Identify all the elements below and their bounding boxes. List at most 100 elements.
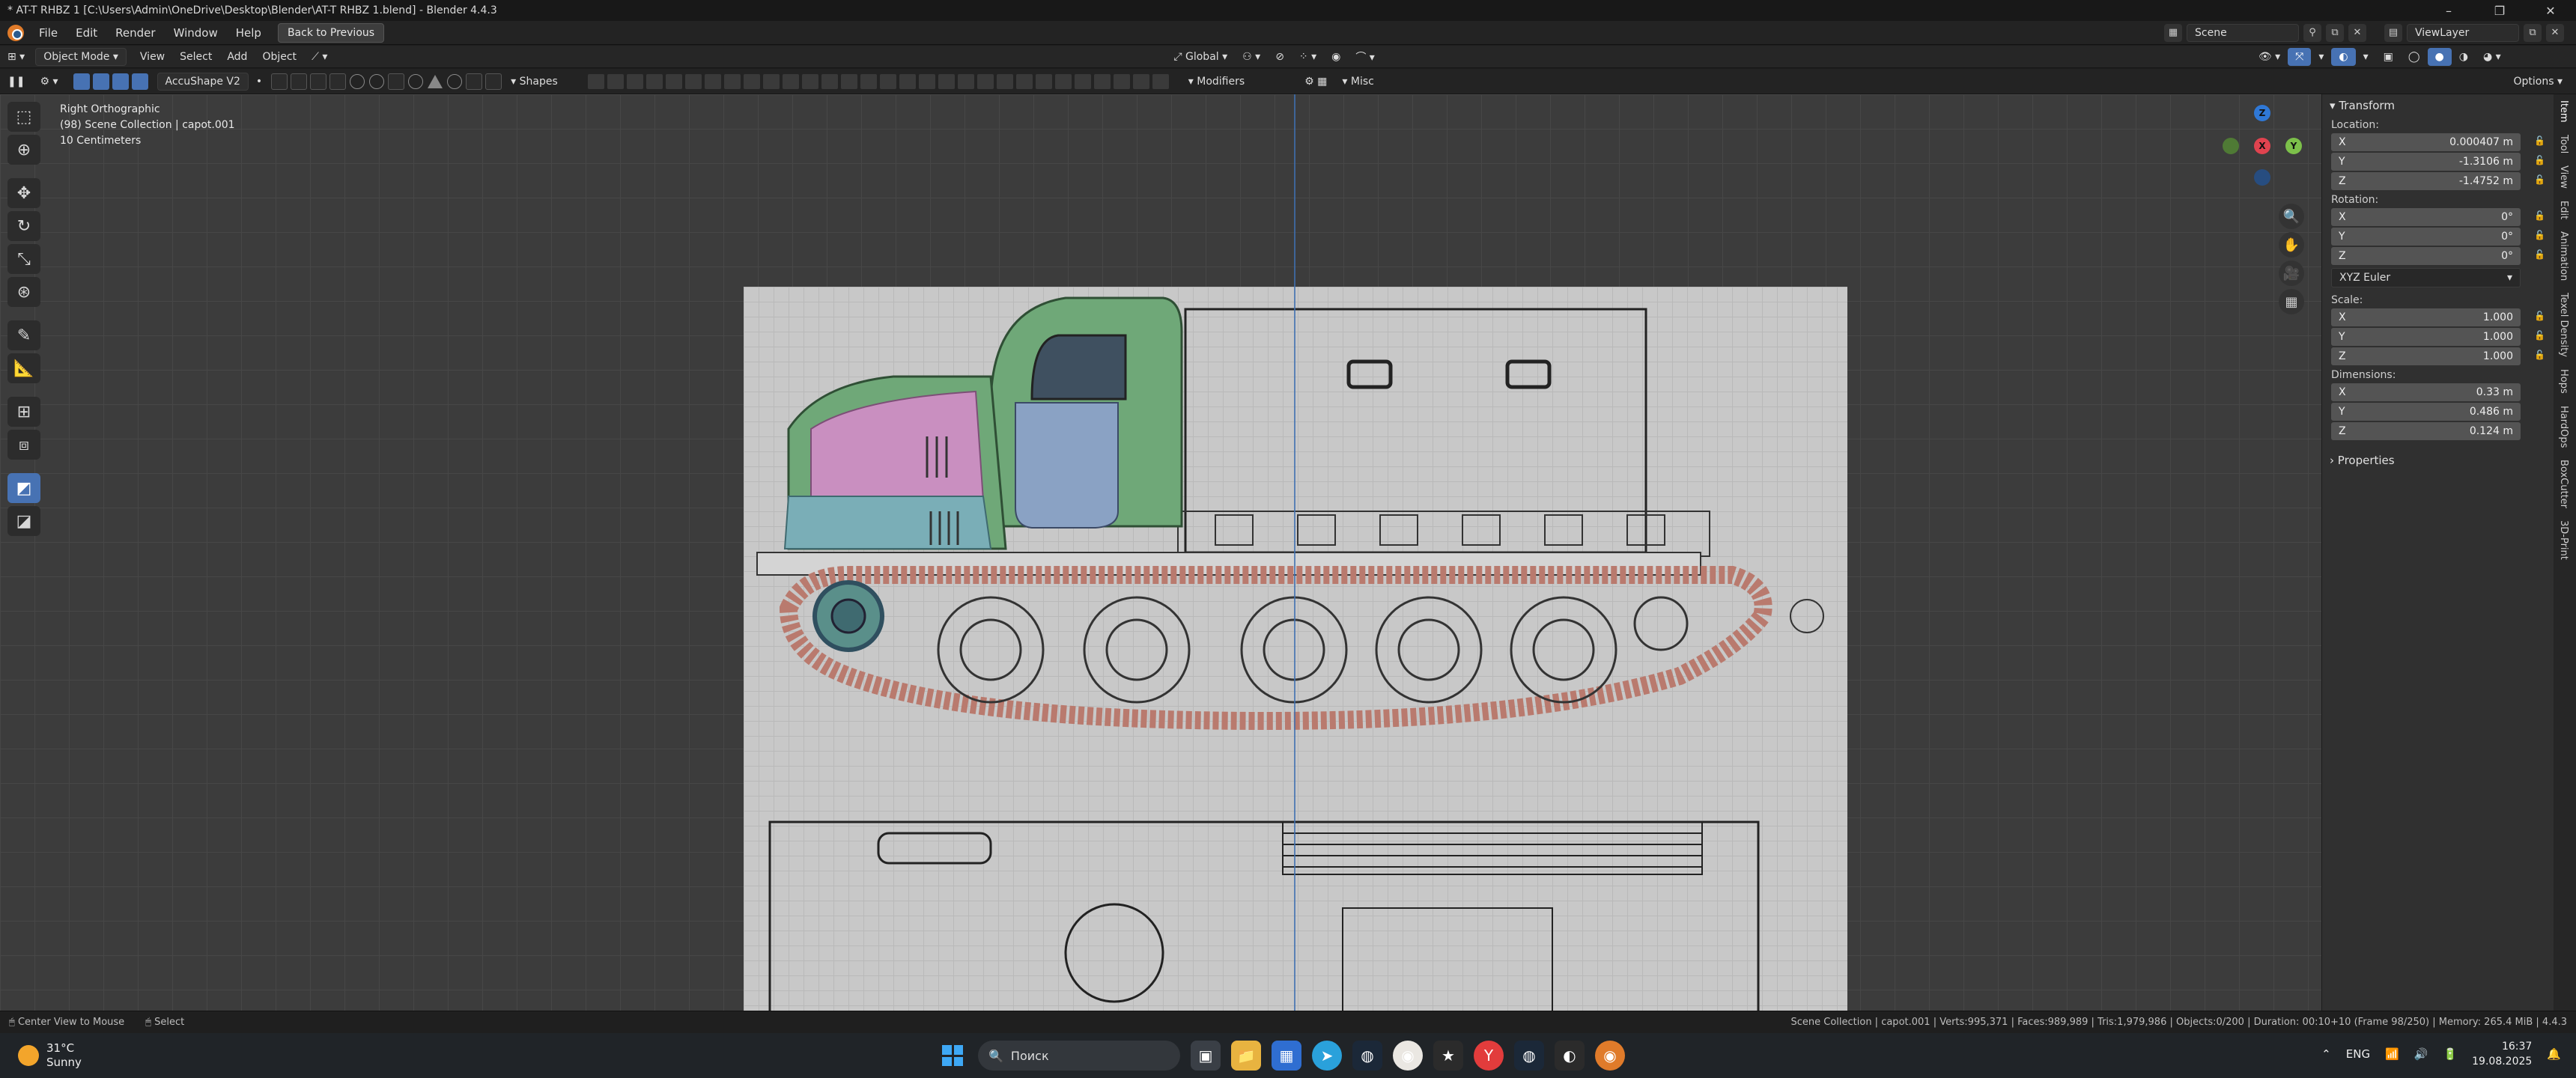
torus-icon[interactable] <box>408 73 424 89</box>
hardops-tool-icon[interactable]: ◪ <box>7 506 40 536</box>
3d-viewport[interactable]: Right Orthographic (98) Scene Collection… <box>0 94 2321 1011</box>
lock-icon[interactable]: 🔓 <box>2534 230 2546 242</box>
lock-icon[interactable]: 🔓 <box>2534 155 2546 167</box>
falloff-icon[interactable]: ⌒ ▾ <box>1348 48 1382 66</box>
gizmo-y-axis[interactable]: Y <box>2285 138 2302 154</box>
lock-icon[interactable]: 🔓 <box>2534 210 2546 222</box>
weather-widget[interactable]: 31°C Sunny <box>18 1041 82 1070</box>
misc-settings-icon[interactable]: ⚙ ▦ <box>1297 73 1334 91</box>
clock[interactable]: 16:37 19.08.2025 <box>2472 1039 2532 1069</box>
lock-icon[interactable]: 🔓 <box>2534 174 2546 186</box>
solid-shading-icon[interactable]: ● <box>2427 47 2452 66</box>
dimensions-z-field[interactable]: Z 0.124 m <box>2331 422 2521 440</box>
sphere-icon[interactable] <box>350 73 365 89</box>
camera-view-icon[interactable]: 🎥 <box>2279 261 2304 286</box>
annotate-tool-icon[interactable]: ✎ <box>7 320 40 350</box>
close-button[interactable]: ✕ <box>2525 4 2576 18</box>
lock-icon[interactable]: 🔓 <box>2534 330 2546 342</box>
navigation-gizmo[interactable]: Z X Y <box>2217 102 2306 192</box>
lock-icon[interactable]: 🔓 <box>2534 350 2546 362</box>
proportional-edit-icon[interactable]: ◉ <box>1324 48 1348 66</box>
yandex-browser-icon[interactable]: Y <box>1474 1041 1504 1071</box>
view-layer-icon[interactable]: ▤ <box>2384 23 2402 42</box>
misc-dropdown[interactable]: ▾ Misc <box>1334 73 1381 91</box>
new-scene-icon[interactable]: ⧉ <box>2326 23 2344 42</box>
modifiers-dropdown[interactable]: ▾ Modifiers <box>1181 73 1252 91</box>
wireframe-shading-icon[interactable]: ◯ <box>2401 48 2428 66</box>
extrude-tool-icon[interactable]: ⧈ <box>7 430 40 460</box>
select-subtract-icon[interactable] <box>112 73 129 90</box>
snap-icon[interactable]: ⊘ <box>1268 48 1292 66</box>
app-icon[interactable]: ★ <box>1433 1041 1463 1071</box>
overlay-toggle-icon[interactable]: ◐ <box>2331 47 2356 66</box>
select-box-tool-icon[interactable]: ⬚ <box>7 102 40 132</box>
move-tool-icon[interactable]: ✥ <box>7 178 40 208</box>
notifications-icon[interactable]: 🔔 <box>2547 1047 2561 1061</box>
menu-render[interactable]: Render <box>106 26 164 40</box>
taskbar-search[interactable]: 🔍 Поиск <box>978 1041 1180 1071</box>
menu-edit[interactable]: Edit <box>67 26 106 40</box>
steam-icon-2[interactable]: ◍ <box>1514 1041 1544 1071</box>
menu-file[interactable]: File <box>30 26 67 40</box>
box-icon[interactable] <box>291 73 308 90</box>
tube-icon[interactable] <box>388 73 405 90</box>
tab-edit[interactable]: Edit <box>2558 195 2569 225</box>
overlay-dropdown-icon[interactable]: ▾ <box>2356 48 2376 66</box>
add-menu[interactable]: Add <box>219 48 255 66</box>
tab-view[interactable]: View <box>2558 159 2569 195</box>
scale-x-field[interactable]: X 1.000 🔓 <box>2331 308 2545 326</box>
lock-icon[interactable]: 🔓 <box>2534 311 2546 323</box>
delete-view-layer-icon[interactable]: ✕ <box>2546 23 2564 42</box>
wedge-icon[interactable] <box>485 73 502 90</box>
editor-type-icon[interactable]: ⊞ ▾ <box>0 48 32 66</box>
pin-icon[interactable]: ⚲ <box>2303 23 2321 42</box>
start-button-icon[interactable] <box>938 1041 967 1071</box>
gizmo-neg-z-axis[interactable] <box>2254 169 2270 186</box>
tab-hardops[interactable]: HardOps <box>2558 400 2569 454</box>
scene-field[interactable]: Scene <box>2187 23 2299 42</box>
settings-gear-icon[interactable]: ⚙ ▾ <box>32 73 65 91</box>
box-bevel-icon[interactable] <box>310 73 327 90</box>
battery-icon[interactable]: 🔋 <box>2443 1047 2457 1061</box>
steam-icon[interactable]: ◍ <box>1352 1041 1382 1071</box>
orientation-dropdown[interactable]: ⤢ Global ▾ <box>1166 48 1235 66</box>
select-menu[interactable]: Select <box>172 48 219 66</box>
minimize-button[interactable]: – <box>2423 4 2474 18</box>
rotation-x-field[interactable]: X 0° 🔓 <box>2331 208 2545 226</box>
cylinder-icon[interactable] <box>369 73 385 89</box>
tab-item[interactable]: Item <box>2558 94 2569 129</box>
store-icon[interactable]: ▦ <box>1272 1041 1301 1071</box>
pause-icon[interactable]: ❚❚ <box>0 73 32 91</box>
cursor-tool-icon[interactable]: ⊕ <box>7 135 40 165</box>
chrome-icon[interactable]: ◉ <box>1393 1041 1423 1071</box>
ortho-grid-icon[interactable]: ▦ <box>2279 289 2304 314</box>
new-view-layer-icon[interactable]: ⧉ <box>2524 23 2542 42</box>
rotation-y-field[interactable]: Y 0° 🔓 <box>2331 228 2545 246</box>
object-menu[interactable]: Object <box>255 48 304 66</box>
select-extend-icon[interactable] <box>92 73 109 90</box>
language-indicator[interactable]: ENG <box>2346 1047 2370 1061</box>
shapes-dropdown[interactable]: ▾ Shapes <box>503 73 565 91</box>
rotation-mode-dropdown[interactable]: XYZ Euler ▾ <box>2331 268 2521 287</box>
maximize-button[interactable]: ❐ <box>2474 4 2525 18</box>
add-cube-tool-icon[interactable]: ⊞ <box>7 397 40 427</box>
scale-y-field[interactable]: Y 1.000 🔓 <box>2331 328 2545 346</box>
select-intersect-icon[interactable] <box>131 73 148 90</box>
gizmo-neg-y-axis[interactable] <box>2223 138 2239 154</box>
rendered-shading-icon[interactable]: ◕ ▾ <box>2476 48 2509 66</box>
location-x-field[interactable]: X 0.000407 m 🔓 <box>2331 133 2545 151</box>
measure-tool-icon[interactable]: 📐 <box>7 353 40 383</box>
dimensions-x-field[interactable]: X 0.33 m <box>2331 383 2521 401</box>
xray-icon[interactable]: ▣ <box>2376 48 2401 66</box>
options-dropdown[interactable]: Options ▾ <box>2506 73 2570 91</box>
file-explorer-icon[interactable]: 📁 <box>1231 1041 1261 1071</box>
task-view-icon[interactable]: ▣ <box>1191 1041 1221 1071</box>
gizmo-z-axis[interactable]: Z <box>2254 105 2270 121</box>
ring-icon[interactable] <box>447 73 463 89</box>
object-extra-icon[interactable]: ⟋ ▾ <box>304 48 335 66</box>
view-menu[interactable]: View <box>133 48 172 66</box>
cube-icon[interactable] <box>271 73 288 90</box>
stairs-icon[interactable] <box>466 73 483 90</box>
dimensions-y-field[interactable]: Y 0.486 m <box>2331 403 2521 421</box>
location-y-field[interactable]: Y -1.3106 m 🔓 <box>2331 153 2545 171</box>
